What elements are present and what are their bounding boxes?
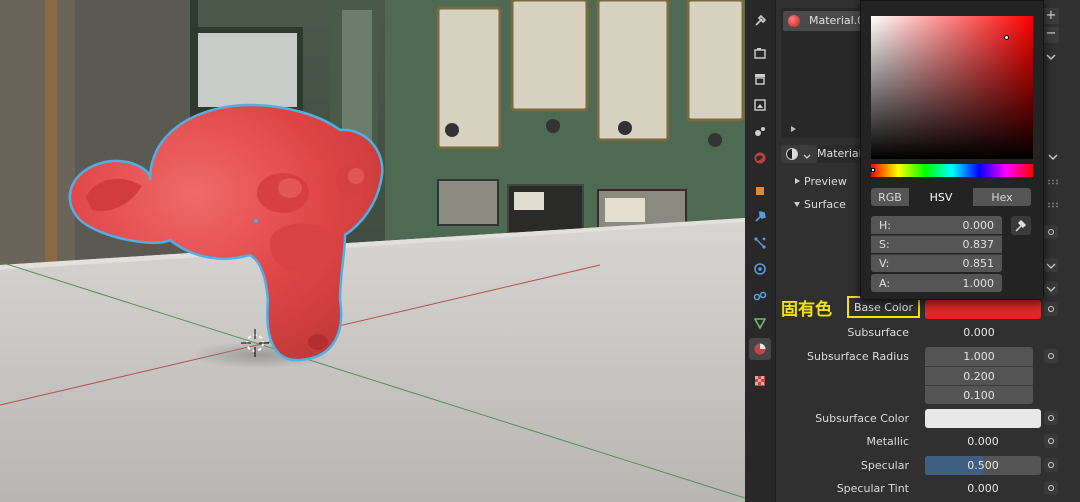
- specular-slider[interactable]: 0.500: [925, 456, 1041, 475]
- hue-slider[interactable]: [871, 164, 1033, 177]
- subsurface-radius-y[interactable]: 0.200: [925, 366, 1033, 385]
- drag-grip-icon[interactable]: [1047, 179, 1059, 185]
- preview-label: Preview: [804, 175, 847, 188]
- hue-label: H:: [879, 218, 891, 232]
- material-slot-icon: [788, 15, 800, 27]
- output-icon[interactable]: [749, 68, 771, 90]
- chevron-down-icon[interactable]: [1044, 281, 1058, 295]
- object-icon[interactable]: [749, 180, 771, 202]
- saturation-label: S:: [879, 238, 890, 251]
- specular-tint-label: Specular Tint: [836, 482, 909, 495]
- value-field[interactable]: V: 0.851: [871, 254, 1002, 272]
- alpha-field[interactable]: A: 1.000: [871, 274, 1002, 292]
- subsurface-radius-label: Subsurface Radius: [807, 350, 909, 363]
- metallic-field[interactable]: 0.000: [925, 432, 1041, 451]
- value-value: 0.851: [962, 257, 995, 270]
- base-color-annotation: 固有色: [781, 300, 832, 320]
- alpha-value: 1.000: [962, 276, 995, 290]
- tab-hex[interactable]: Hex: [973, 188, 1031, 206]
- material-name-field[interactable]: Material.0: [817, 145, 863, 163]
- surface-label: Surface: [804, 198, 846, 211]
- subsurface-color-swatch[interactable]: [925, 409, 1041, 428]
- specular-label: Specular: [860, 459, 909, 472]
- hue-cursor[interactable]: [871, 168, 875, 172]
- subsurface-field[interactable]: 0.000: [925, 323, 1033, 342]
- sv-cursor[interactable]: [1004, 35, 1009, 40]
- subsurface-color-label: Subsurface Color: [815, 412, 909, 425]
- subsurface-label: Subsurface: [847, 326, 909, 339]
- constraints-icon[interactable]: [749, 285, 771, 307]
- socket-link-icon[interactable]: [1044, 458, 1058, 472]
- base-color-swatch[interactable]: [925, 300, 1041, 319]
- value-label: V:: [879, 257, 890, 270]
- render-icon[interactable]: [749, 42, 771, 64]
- material-name-text: Material.0: [817, 147, 863, 160]
- socket-link-icon[interactable]: [1044, 349, 1058, 363]
- 3d-viewport[interactable]: [0, 0, 745, 502]
- hue-value: 0.000: [962, 218, 995, 232]
- chevron-down-icon[interactable]: [1045, 48, 1057, 61]
- tool-icon[interactable]: [749, 10, 771, 32]
- chevron-down-icon[interactable]: [1047, 148, 1059, 161]
- tab-rgb[interactable]: RGB: [871, 188, 909, 206]
- tab-hsv[interactable]: HSV: [909, 188, 973, 206]
- expand-arrow-icon: [794, 202, 800, 207]
- drag-grip-icon[interactable]: [1047, 202, 1059, 208]
- saturation-value-square[interactable]: [871, 16, 1033, 159]
- socket-link-icon[interactable]: [1044, 434, 1058, 448]
- metallic-label: Metallic: [866, 435, 909, 448]
- material-browse-button[interactable]: [781, 145, 817, 163]
- expand-arrow-icon: [795, 178, 800, 184]
- physics-icon[interactable]: [749, 258, 771, 280]
- socket-link-icon[interactable]: [1044, 481, 1058, 495]
- minus-icon[interactable]: −: [1043, 27, 1059, 43]
- saturation-value: 0.837: [962, 238, 995, 251]
- material-icon[interactable]: [749, 338, 771, 360]
- color-picker-popup[interactable]: RGB HSV Hex H: 0.000 S: 0.837 V: 0.851 A…: [860, 0, 1044, 300]
- subsurface-radius-z[interactable]: 0.100: [925, 385, 1033, 404]
- subsurface-radius-x[interactable]: 1.000: [925, 347, 1033, 366]
- specular-value: 0.500: [967, 459, 999, 472]
- specular-tint-field[interactable]: 0.000: [925, 479, 1041, 498]
- sphere-preview-icon: [786, 148, 798, 160]
- socket-link-icon[interactable]: [1044, 411, 1058, 425]
- texture-icon[interactable]: [749, 370, 771, 392]
- scene-icon[interactable]: [749, 120, 771, 142]
- socket-link-icon[interactable]: [1044, 302, 1058, 316]
- saturation-field[interactable]: S: 0.837: [871, 235, 1002, 253]
- view-layer-icon[interactable]: [749, 94, 771, 116]
- eyedropper-icon[interactable]: [1011, 216, 1031, 235]
- alpha-label: A:: [879, 276, 891, 290]
- play-triangle-icon[interactable]: [791, 126, 796, 132]
- hue-field[interactable]: H: 0.000: [871, 216, 1002, 234]
- data-icon[interactable]: [749, 312, 771, 334]
- viewport-scene: [0, 0, 745, 502]
- chevron-down-icon: [802, 147, 812, 166]
- properties-tab-strip: [745, 0, 776, 502]
- modifier-icon[interactable]: [749, 206, 771, 228]
- plus-icon[interactable]: +: [1043, 8, 1059, 24]
- chevron-down-icon[interactable]: [1044, 258, 1058, 272]
- socket-link-icon[interactable]: [1044, 225, 1058, 239]
- particles-icon[interactable]: [749, 232, 771, 254]
- world-icon[interactable]: [749, 147, 771, 169]
- base-color-label: Base Color: [853, 300, 913, 314]
